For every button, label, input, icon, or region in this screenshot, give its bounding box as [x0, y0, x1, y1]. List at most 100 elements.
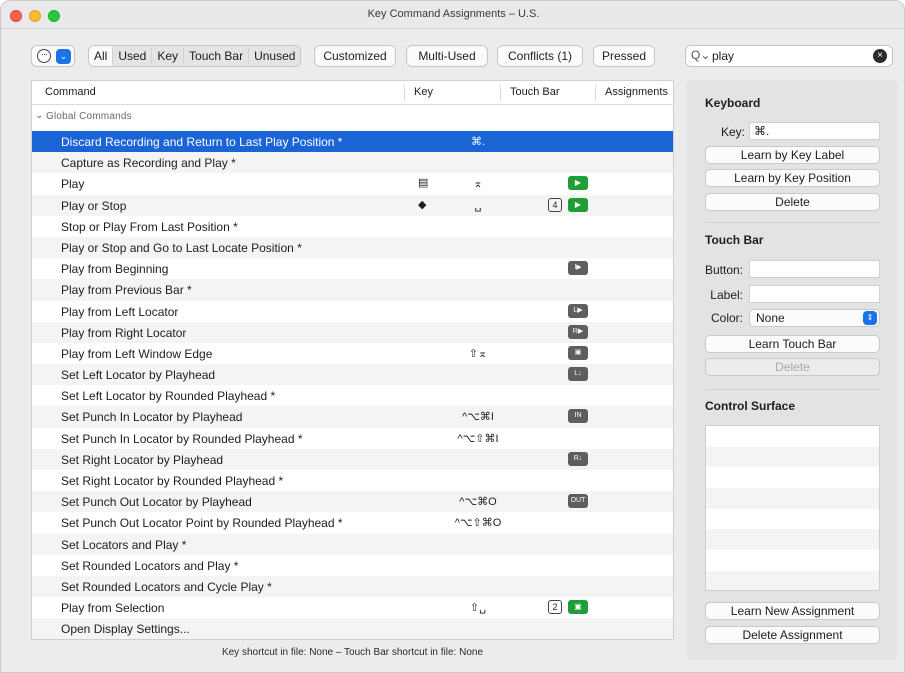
- learn-by-key-position-button[interactable]: Learn by Key Position: [705, 169, 880, 187]
- keyboard-header: Keyboard: [705, 96, 761, 110]
- command-name: Play from Left Window Edge: [61, 346, 213, 361]
- table-row[interactable]: Set Left Locator by Rounded Playhead *: [32, 385, 673, 406]
- touchbar-label-field[interactable]: [749, 285, 880, 303]
- table-row[interactable]: Set Locators and Play *: [32, 533, 673, 555]
- touchbar-button-icon: L↓: [568, 367, 588, 382]
- command-name: Open Display Settings...: [61, 622, 190, 637]
- touchbar-button-icon: R▶: [568, 324, 588, 339]
- key-shortcut: ^⌥⌘O: [459, 496, 497, 509]
- command-name: Set Left Locator by Playhead: [61, 368, 216, 383]
- status-text: Key shortcut in file: None – Touch Bar s…: [221, 647, 484, 658]
- customized-button[interactable]: Customized: [314, 45, 396, 67]
- header-key[interactable]: Key: [414, 86, 433, 98]
- command-name: Set Punch In Locator by Playhead: [61, 410, 243, 425]
- filter-used[interactable]: Used: [113, 46, 153, 66]
- key-shortcut: ⇧␣: [469, 602, 487, 615]
- key-value-field[interactable]: ⌘.: [749, 122, 880, 140]
- table-row[interactable]: Play or Stop ◆ ␣ 4 ▶: [32, 194, 673, 216]
- divider: [705, 222, 880, 223]
- table-row[interactable]: Set Punch In Locator by Rounded Playhead…: [32, 428, 673, 449]
- command-name: Set Punch Out Locator Point by Rounded P…: [61, 516, 343, 531]
- table-row[interactable]: Play from Beginning I▶: [32, 258, 673, 279]
- group-global-commands[interactable]: ⌄ Global Commands: [32, 106, 673, 127]
- table-row[interactable]: Set Punch In Locator by Playhead ^⌥⌘I IN: [32, 406, 673, 428]
- table-row[interactable]: Stop or Play From Last Position *: [32, 216, 673, 237]
- table-row[interactable]: Set Right Locator by Playhead R↓: [32, 448, 673, 470]
- touchbar-button-icon: I▶: [568, 261, 588, 276]
- header-assignments[interactable]: Assignments: [605, 86, 668, 98]
- command-name: Stop or Play From Last Position *: [61, 219, 238, 234]
- filter-segmented-control[interactable]: All Used Key Touch Bar Unused: [88, 45, 302, 67]
- chevron-down-icon: ⌄: [56, 49, 71, 64]
- table-row[interactable]: Play ▤ ⌅ ▶: [32, 173, 673, 194]
- command-name: Set Rounded Locators and Play *: [61, 558, 239, 573]
- table-row[interactable]: Play or Stop and Go to Last Locate Posit…: [32, 236, 673, 259]
- key-shortcut: ⇧⌅: [468, 347, 488, 360]
- table-row[interactable]: Play from Previous Bar *: [32, 279, 673, 301]
- touchbar-button-icon: ▣: [568, 600, 588, 615]
- table-row[interactable]: Set Punch Out Locator Point by Rounded P…: [32, 512, 673, 533]
- pressed-button[interactable]: Pressed: [593, 45, 655, 67]
- options-menu-button[interactable]: ··· ⌄: [31, 45, 75, 67]
- key-commands-window: Key Command Assignments – U.S. ··· ⌄ All…: [0, 0, 905, 673]
- command-name: Set Rounded Locators and Cycle Play *: [61, 579, 272, 594]
- table-row[interactable]: Play from Selection ⇧␣ 2 ▣: [32, 597, 673, 618]
- table-row[interactable]: Set Left Locator by Playhead L↓: [32, 364, 673, 386]
- header-touch-bar[interactable]: Touch Bar: [510, 86, 560, 98]
- search-field[interactable]: Q⌄ ×: [685, 45, 893, 67]
- delete-touchbar-button[interactable]: Delete: [705, 358, 880, 376]
- table-row[interactable]: Set Punch Out Locator by Playhead ^⌥⌘O OUT: [32, 491, 673, 513]
- key-type-icon: ▤: [418, 177, 429, 190]
- touchbar-button-field[interactable]: [749, 260, 880, 278]
- disclosure-chevron-icon[interactable]: ⌄: [35, 110, 43, 121]
- filter-key[interactable]: Key: [152, 46, 185, 66]
- updown-chevron-icon: ⇕: [863, 311, 877, 325]
- command-name: Set Right Locator by Rounded Playhead *: [61, 474, 284, 488]
- group-label: Global Commands: [46, 111, 132, 122]
- color-select[interactable]: None ⇕: [749, 309, 880, 327]
- clear-search-icon[interactable]: ×: [873, 49, 887, 63]
- table-row[interactable]: Play from Right Locator R▶: [32, 321, 673, 343]
- touchbar-number-badge: 2: [548, 600, 562, 615]
- touchbar-header: Touch Bar: [705, 233, 764, 247]
- filter-all[interactable]: All: [89, 46, 114, 66]
- touchbar-button-icon: R↓: [568, 451, 588, 466]
- table-row[interactable]: Set Rounded Locators and Play *: [32, 555, 673, 576]
- table-rows: Discard Recording and Return to Last Pla…: [32, 131, 673, 639]
- delete-assignment-button[interactable]: Delete Assignment: [705, 626, 880, 644]
- table-row[interactable]: Capture as Recording and Play *: [32, 152, 673, 174]
- key-label: Key:: [720, 125, 745, 139]
- conflicts-button[interactable]: Conflicts (1): [497, 45, 583, 67]
- table-row[interactable]: Open Display Settings...: [32, 618, 673, 639]
- window-title: Key Command Assignments – U.S.: [367, 8, 540, 20]
- key-shortcut: ^⌥⌘I: [462, 411, 494, 424]
- color-label: Color:: [710, 311, 743, 325]
- header-command[interactable]: Command: [45, 86, 96, 98]
- table-row[interactable]: Play from Left Window Edge ⇧⌅ ▣: [32, 343, 673, 364]
- command-name: Discard Recording and Return to Last Pla…: [61, 135, 343, 149]
- table-row[interactable]: Set Right Locator by Rounded Playhead *: [32, 470, 673, 491]
- commands-table: Command Key Touch Bar Assignments ⌄ Glob…: [31, 80, 674, 640]
- filter-unused[interactable]: Unused: [249, 46, 301, 66]
- command-name: Capture as Recording and Play *: [61, 156, 236, 171]
- table-row[interactable]: Discard Recording and Return to Last Pla…: [32, 131, 673, 153]
- key-shortcut: ^⌥⇧⌘O: [454, 517, 502, 530]
- filter-touch-bar[interactable]: Touch Bar: [184, 46, 250, 66]
- delete-key-button[interactable]: Delete: [705, 193, 880, 211]
- more-options-icon: ···: [37, 49, 51, 63]
- key-shortcut: ⌘.: [470, 136, 486, 148]
- table-row[interactable]: Set Rounded Locators and Cycle Play *: [32, 575, 673, 598]
- table-header: Command Key Touch Bar Assignments: [32, 81, 673, 105]
- search-input[interactable]: [712, 47, 862, 65]
- learn-touch-bar-button[interactable]: Learn Touch Bar: [705, 335, 880, 353]
- multi-used-button[interactable]: Multi-Used: [406, 45, 488, 67]
- learn-new-assignment-button[interactable]: Learn New Assignment: [705, 602, 880, 620]
- command-name: Play from Right Locator: [61, 325, 187, 340]
- command-name: Set Punch Out Locator by Playhead: [61, 495, 252, 510]
- command-name: Play from Previous Bar *: [61, 283, 192, 298]
- control-surface-list[interactable]: [705, 425, 880, 591]
- search-icon: Q⌄: [691, 48, 711, 62]
- learn-by-key-label-button[interactable]: Learn by Key Label: [705, 146, 880, 164]
- key-shortcut: ⌅: [473, 178, 483, 191]
- table-row[interactable]: Play from Left Locator L▶: [32, 301, 673, 322]
